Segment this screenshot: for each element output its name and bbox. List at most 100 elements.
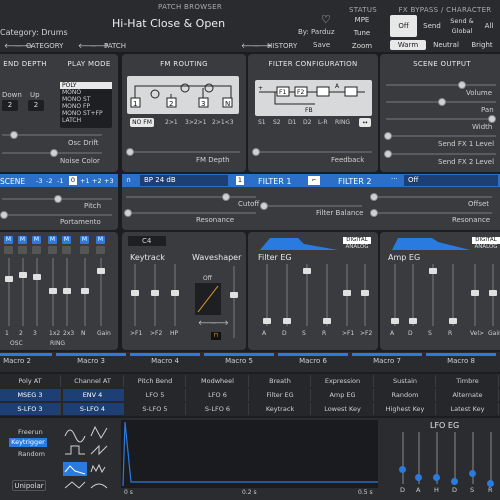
- amp-eg-slider-thumb[interactable]: [449, 318, 457, 324]
- mixer-fader-thumb[interactable]: [33, 274, 41, 280]
- mod-source-1-4[interactable]: Filter EG: [250, 389, 311, 401]
- octave-minus-2[interactable]: -2: [46, 177, 52, 185]
- mixer-fader-thumb[interactable]: [19, 272, 27, 278]
- mod-source-1-3[interactable]: LFO 6: [188, 389, 249, 401]
- bend-up-value[interactable]: 2: [28, 100, 44, 111]
- filter1-enable-icon[interactable]: ⌐: [308, 176, 320, 185]
- fm-depth-slider[interactable]: [126, 148, 240, 156]
- play-mode-mono-fp[interactable]: MONO FP: [60, 103, 112, 110]
- character-bright[interactable]: Bright: [466, 40, 498, 50]
- amp-eg-slider-5[interactable]: [489, 264, 497, 326]
- macro-button-6[interactable]: Macro 8: [426, 357, 496, 365]
- mute-button-6[interactable]: M: [96, 236, 105, 244]
- waveshaper-next-icon[interactable]: 🡒: [210, 318, 229, 327]
- mod-source-0-2[interactable]: Pitch Bend: [125, 375, 186, 387]
- mod-source-1-2[interactable]: LFO 5: [125, 389, 186, 401]
- send-fx2-slider[interactable]: [384, 150, 496, 158]
- save-button[interactable]: Save: [313, 41, 330, 49]
- cutoff-slider[interactable]: [126, 193, 256, 201]
- mute-button-4[interactable]: M: [62, 236, 71, 244]
- filter-config-ring[interactable]: RING: [335, 119, 350, 126]
- mod-source-0-6[interactable]: Sustain: [375, 375, 436, 387]
- mixer-fader-thumb[interactable]: [81, 288, 89, 294]
- mod-source-1-6[interactable]: Random: [375, 389, 436, 401]
- mod-source-2-2[interactable]: S-LFO 5: [125, 403, 186, 415]
- pan-slider[interactable]: [386, 98, 496, 106]
- keytrack-slider-thumb[interactable]: [171, 290, 179, 296]
- resonance2-slider[interactable]: [370, 209, 492, 217]
- amp-eg-digital[interactable]: DIGITAL: [472, 237, 500, 244]
- mod-source-0-7[interactable]: Timbre: [438, 375, 499, 387]
- status-zoom[interactable]: Zoom: [349, 41, 375, 51]
- amp-eg-slider-thumb[interactable]: [391, 318, 399, 324]
- amp-eg-slider-0[interactable]: [391, 264, 399, 326]
- status-tune[interactable]: Tune: [349, 28, 375, 38]
- play-mode-latch[interactable]: LATCH: [60, 117, 112, 124]
- filter-config-s2[interactable]: S2: [273, 119, 281, 126]
- play-mode-list[interactable]: POLY MONO MONO ST MONO FP MONO ST+FP LAT…: [60, 82, 112, 128]
- lfo-unipolar-button[interactable]: Unipolar: [12, 480, 46, 491]
- mute-button-5[interactable]: M: [80, 236, 89, 244]
- lfo-trigger-freerun[interactable]: Freerun: [18, 428, 43, 436]
- mod-source-1-1[interactable]: ENV 4: [62, 389, 124, 401]
- filter-eg-digital[interactable]: DIGITAL: [343, 237, 371, 244]
- lfo-trigger-keytrigger[interactable]: Keytrigger: [9, 438, 47, 447]
- filter-eg-slider-3[interactable]: [323, 264, 331, 326]
- filter-eg-slider-thumb[interactable]: [343, 290, 351, 296]
- keytrack-slider-1[interactable]: [151, 264, 159, 326]
- octave-plus-1[interactable]: +1: [80, 177, 90, 185]
- filter-eg-slider-0[interactable]: [263, 264, 271, 326]
- mute-button-0[interactable]: M: [4, 236, 13, 244]
- fx-all-button[interactable]: All: [480, 15, 498, 37]
- bend-down-value[interactable]: 2: [2, 100, 18, 111]
- play-mode-mono-st[interactable]: MONO ST: [60, 96, 112, 103]
- solo-button-5[interactable]: [80, 246, 89, 254]
- resonance-slider[interactable]: [124, 209, 256, 217]
- filter-eg-slider-5[interactable]: [361, 264, 369, 326]
- mixer-fader-thumb[interactable]: [63, 288, 71, 294]
- filter-config-s1[interactable]: S1: [258, 119, 266, 126]
- lfo-eg-slider-thumb[interactable]: [433, 474, 440, 481]
- lfo-eg-slider-2[interactable]: [433, 432, 440, 484]
- macro-button-3[interactable]: Macro 5: [204, 357, 274, 365]
- mixer-fader-0[interactable]: [5, 258, 13, 326]
- mixer-fader-3[interactable]: [49, 258, 57, 326]
- lfo-eg-slider-4[interactable]: [469, 432, 476, 484]
- lfo-eg-slider-thumb[interactable]: [469, 470, 476, 477]
- noise-color-slider[interactable]: [2, 149, 102, 157]
- filter-config-d1[interactable]: D1: [288, 119, 296, 126]
- mixer-fader-4[interactable]: [63, 258, 71, 326]
- mute-button-3[interactable]: M: [48, 236, 57, 244]
- mute-button-2[interactable]: M: [32, 236, 41, 244]
- filter2-type-select[interactable]: Off: [404, 175, 498, 186]
- pitch-slider[interactable]: [2, 195, 112, 203]
- mixer-fader-thumb[interactable]: [97, 268, 105, 274]
- send-fx1-slider[interactable]: [384, 132, 496, 140]
- mod-source-0-0[interactable]: Poly AT: [0, 375, 61, 387]
- mod-source-0-1[interactable]: Channel AT: [63, 375, 124, 387]
- status-mpe[interactable]: MPE: [349, 15, 375, 25]
- macro-button-2[interactable]: Macro 4: [130, 357, 200, 365]
- character-neutral[interactable]: Neutral: [428, 40, 464, 50]
- macro-button-4[interactable]: Macro 6: [278, 357, 348, 365]
- volume-slider[interactable]: [386, 81, 496, 89]
- amp-eg-analog[interactable]: ANALOG: [472, 244, 500, 251]
- mod-source-1-5[interactable]: Amp EG: [313, 389, 374, 401]
- waveshaper-drive-slider[interactable]: [230, 266, 238, 338]
- filter-eg-analog[interactable]: ANALOG: [343, 244, 371, 251]
- filter-eg-slider-thumb[interactable]: [323, 318, 331, 324]
- amp-eg-slider-thumb[interactable]: [409, 318, 417, 324]
- filter-balance-slider[interactable]: [260, 202, 362, 210]
- feedback-slider[interactable]: [252, 148, 372, 156]
- lfo-eg-slider-0[interactable]: [399, 432, 406, 484]
- octave-plus-3[interactable]: +3: [104, 177, 114, 185]
- mute-button-1[interactable]: M: [18, 236, 27, 244]
- offset-slider[interactable]: [370, 193, 492, 201]
- filter1-type-select[interactable]: BP 24 dB: [140, 175, 228, 186]
- amp-eg-slider-3[interactable]: [449, 264, 457, 326]
- filter-config-d2[interactable]: D2: [303, 119, 311, 126]
- fm-option-2-1[interactable]: 2>1: [165, 119, 178, 126]
- macro-button-1[interactable]: Macro 3: [56, 357, 126, 365]
- octave-zero[interactable]: 0: [69, 176, 77, 185]
- amp-eg-slider-thumb[interactable]: [429, 268, 437, 274]
